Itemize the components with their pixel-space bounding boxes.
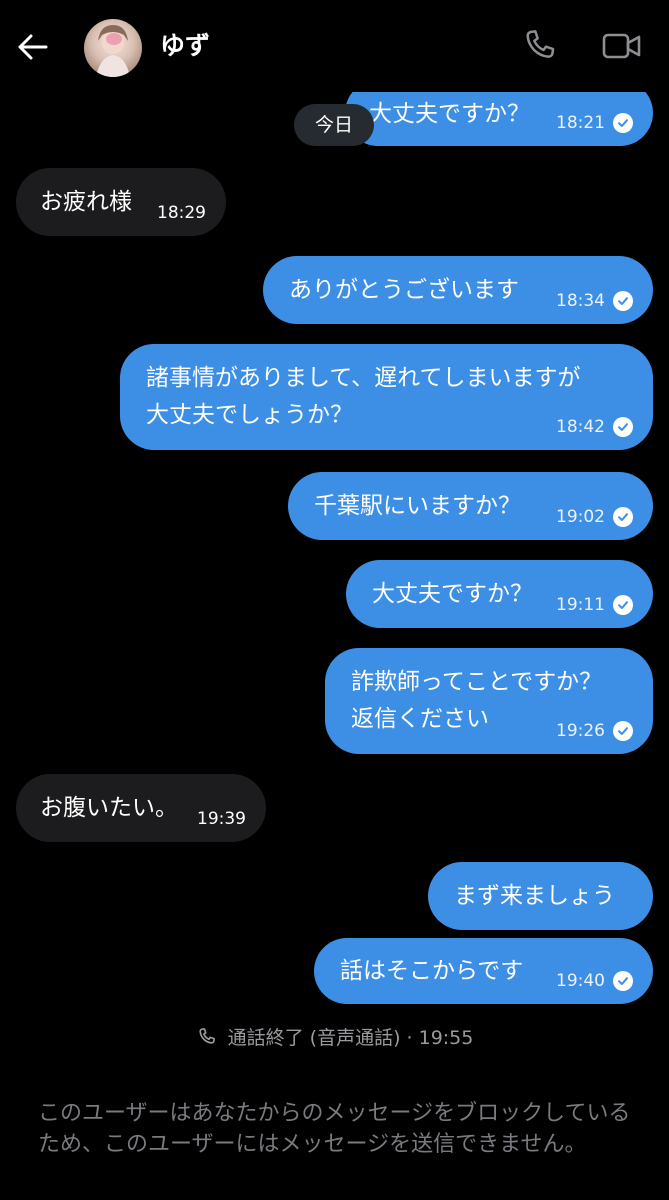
message-meta: 18:34 xyxy=(556,291,633,311)
message-meta: 19:39 xyxy=(197,809,246,829)
message-time: 18:34 xyxy=(556,291,605,311)
message-time: 19:39 xyxy=(197,809,246,829)
message-time: 19:26 xyxy=(556,721,605,741)
phone-icon[interactable] xyxy=(520,26,560,66)
message-text: まず来ましょう xyxy=(454,883,615,909)
message-bubble[interactable]: お腹いたい。 19:39 xyxy=(16,774,266,842)
message-bubble[interactable]: 詐欺師ってことですか？ 返信ください 19:26 xyxy=(325,648,653,754)
message-time: 18:42 xyxy=(556,417,605,437)
day-separator: 今日 xyxy=(294,104,374,146)
message-time: 19:02 xyxy=(556,507,605,527)
message-bubble[interactable]: ありがとうございます 18:34 xyxy=(263,256,653,324)
message-meta: 18:29 xyxy=(157,203,206,223)
blocked-notice: このユーザーはあなたからのメッセージをブロックしているため、このユーザーにはメッ… xyxy=(38,1101,631,1157)
message-bubble[interactable]: 千葉駅にいますか？ 19:02 xyxy=(288,472,653,540)
phone-icon xyxy=(196,1026,218,1058)
message-text: 千葉駅にいますか？ xyxy=(314,493,521,519)
message-text-line: 諸事情がありまして、遅れてしまいますが xyxy=(146,365,581,391)
read-check-icon xyxy=(613,417,633,437)
read-check-icon xyxy=(613,507,633,527)
message-bubble[interactable]: まず来ましょう xyxy=(428,862,653,930)
message-time: 18:21 xyxy=(556,113,605,133)
message-meta: 19:40 xyxy=(556,971,633,991)
message-time: 19:40 xyxy=(556,971,605,991)
message-bubble[interactable]: 諸事情がありまして、遅れてしまいますが 大丈夫でしょうか？ 18:42 xyxy=(120,344,653,450)
read-check-icon xyxy=(613,291,633,311)
contact-name[interactable]: ゆず xyxy=(160,30,210,62)
back-arrow-icon[interactable] xyxy=(16,30,50,64)
chat-header: ゆず xyxy=(0,0,669,92)
message-meta: 18:42 xyxy=(556,417,633,437)
message-meta: 19:11 xyxy=(556,595,633,615)
read-check-icon xyxy=(613,971,633,991)
message-text: 大丈夫ですか？ xyxy=(372,581,533,607)
message-text: 話はそこからです xyxy=(340,958,524,984)
read-check-icon xyxy=(613,113,633,133)
message-text: 大丈夫ですか？ xyxy=(369,101,530,127)
message-text-line: 詐欺師ってことですか？ xyxy=(351,669,603,695)
avatar[interactable] xyxy=(84,19,142,77)
message-bubble[interactable]: お疲れ様 18:29 xyxy=(16,168,226,236)
message-time: 18:29 xyxy=(157,203,206,223)
message-meta: 19:02 xyxy=(556,507,633,527)
message-bubble[interactable]: 話はそこからです 19:40 xyxy=(314,938,653,1004)
message-bubble[interactable]: 大丈夫ですか？ 19:11 xyxy=(346,560,653,628)
message-time: 19:11 xyxy=(556,595,605,615)
message-meta: 19:26 xyxy=(556,721,633,741)
message-text: お腹いたい。 xyxy=(40,795,178,821)
message-meta: 18:21 xyxy=(556,113,633,133)
call-log-entry[interactable]: 通話終了 (音声通話) · 19:55 xyxy=(0,1022,669,1058)
message-text: お疲れ様 xyxy=(40,189,132,215)
read-check-icon xyxy=(613,595,633,615)
message-text: ありがとうございます xyxy=(289,277,519,303)
read-check-icon xyxy=(613,721,633,741)
video-camera-icon[interactable] xyxy=(600,28,644,64)
call-log-text: 通話終了 (音声通話) · 19:55 xyxy=(227,1027,474,1049)
